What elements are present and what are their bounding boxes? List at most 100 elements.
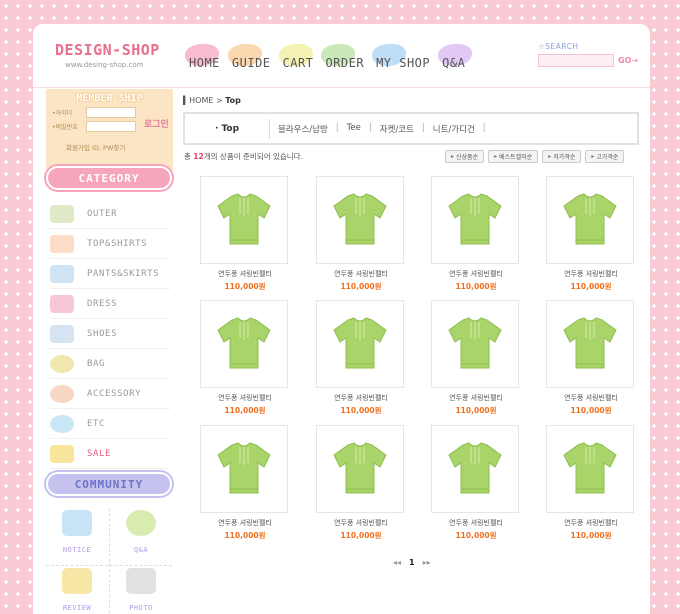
category-item-pants[interactable]: PANTS&SKIRTS (50, 259, 170, 289)
community-qna[interactable]: Q&A (110, 508, 172, 564)
category-item-sale[interactable]: SALE (50, 439, 170, 469)
product-image[interactable] (316, 425, 404, 513)
nav-home[interactable]: HOME (185, 44, 224, 74)
nav-order[interactable]: ORDER (321, 44, 368, 74)
product-name[interactable]: 연두풍 셔링빈펠티 (316, 269, 406, 279)
product-card[interactable]: 연두풍 셔링빈펠티 110,000원 (200, 176, 290, 292)
product-card[interactable]: 연두풍 셔링빈펠티 110,000원 (316, 300, 406, 416)
subcategory-links: 블라우스/남방 | Tee | 자켓/코트 | 니트/가디건 | (278, 123, 494, 135)
product-card[interactable]: 연두풍 셔링빈펠티 110,000원 (316, 425, 406, 541)
product-name[interactable]: 연두풍 셔링빈펠티 (431, 393, 521, 403)
category-label[interactable]: SHOES (87, 329, 117, 339)
product-name[interactable]: 연두풍 셔링빈펠티 (546, 518, 636, 528)
nav-myshop[interactable]: MY SHOP (372, 44, 434, 74)
nav-cart-label[interactable]: CART (283, 56, 314, 74)
product-image[interactable] (316, 176, 404, 264)
subcategory-link[interactable]: Tee (347, 123, 361, 135)
password-input[interactable] (86, 121, 136, 132)
category-label[interactable]: OUTER (87, 209, 117, 219)
logo-title[interactable]: DESIGN-SHOP (55, 41, 160, 59)
logo[interactable]: DESIGN-SHOP www.desing-shop.com (55, 41, 160, 69)
product-name[interactable]: 연두풍 셔링빈펠티 (200, 269, 290, 279)
category-item-top[interactable]: TOP&SHIRTS (50, 229, 170, 259)
category-item-etc[interactable]: ETC (50, 409, 170, 439)
member-links[interactable]: 회원가입 ID, PW찾기 (66, 142, 173, 152)
product-name[interactable]: 연두풍 셔링빈펠티 (200, 393, 290, 403)
product-card[interactable]: 연두풍 셔링빈펠티 110,000원 (546, 425, 636, 541)
community-label[interactable]: Q&A (134, 546, 148, 554)
product-name[interactable]: 연두풍 셔링빈펠티 (431, 518, 521, 528)
category-label[interactable]: ACCESSORY (87, 389, 141, 399)
community-label[interactable]: REVIEW (63, 604, 91, 612)
product-image[interactable] (200, 176, 288, 264)
product-image[interactable] (200, 300, 288, 388)
page-number[interactable]: 1 (409, 558, 415, 567)
product-name[interactable]: 연두풍 셔링빈펠티 (546, 269, 636, 279)
product-image[interactable] (431, 425, 519, 513)
nav-myshop-label[interactable]: MY SHOP (376, 56, 430, 74)
product-card[interactable]: 연두풍 셔링빈펠티 110,000원 (546, 176, 636, 292)
count-suffix: 개의 상품이 준비되어 있습니다. (203, 152, 303, 161)
nav-order-label[interactable]: ORDER (325, 56, 364, 74)
separator: | (482, 122, 486, 133)
category-item-accessory[interactable]: ACCESSORY (50, 379, 170, 409)
community-review[interactable]: REVIEW (46, 566, 108, 614)
product-image[interactable] (546, 425, 634, 513)
search-input[interactable] (538, 54, 614, 67)
search-go-button[interactable]: GO⇢ (618, 56, 638, 65)
header-divider (33, 87, 650, 88)
nav-qna[interactable]: Q&A (438, 44, 473, 74)
category-item-outer[interactable]: OUTER (50, 199, 170, 229)
product-image[interactable] (546, 300, 634, 388)
product-image[interactable] (200, 425, 288, 513)
community-label[interactable]: NOTICE (63, 546, 91, 554)
subcategory-link[interactable]: 니트/가디건 (433, 123, 475, 135)
breadcrumb-home[interactable]: HOME (189, 96, 213, 105)
product-card[interactable]: 연두풍 셔링빈펠티 110,000원 (200, 425, 290, 541)
nav-guide-label[interactable]: GUIDE (232, 56, 271, 74)
community-photo[interactable]: PHOTO (110, 566, 172, 614)
category-item-bag[interactable]: BAG (50, 349, 170, 379)
next-page-button[interactable]: ▸▸ (423, 558, 431, 567)
community-notice[interactable]: NOTICE (46, 508, 108, 564)
category-label[interactable]: DRESS (87, 299, 117, 309)
prev-page-button[interactable]: ◂◂ (393, 558, 401, 567)
category-item-shoes[interactable]: SHOES (50, 319, 170, 349)
product-name[interactable]: 연두풍 셔링빈펠티 (316, 518, 406, 528)
product-card[interactable]: 연두풍 셔링빈펠티 110,000원 (316, 176, 406, 292)
category-label[interactable]: SALE (87, 449, 111, 459)
category-label[interactable]: ETC (87, 419, 105, 429)
sort-low-price-button[interactable]: 저가격순 (542, 150, 582, 163)
product-image[interactable] (546, 176, 634, 264)
category-item-dress[interactable]: DRESS (50, 289, 170, 319)
product-card[interactable]: 연두풍 셔링빈펠티 110,000원 (431, 176, 521, 292)
nav-qna-label[interactable]: Q&A (442, 56, 465, 74)
product-name[interactable]: 연두풍 셔링빈펠티 (431, 269, 521, 279)
login-button[interactable]: 로그인 (144, 117, 169, 130)
product-name[interactable]: 연두풍 셔링빈펠티 (546, 393, 636, 403)
category-label[interactable]: TOP&SHIRTS (87, 239, 147, 249)
product-card[interactable]: 연두풍 셔링빈펠티 110,000원 (431, 425, 521, 541)
nav-cart[interactable]: CART (278, 44, 318, 74)
product-image[interactable] (431, 300, 519, 388)
subcategory-link[interactable]: 자켓/코트 (380, 123, 414, 135)
sort-newest-button[interactable]: 신상품순 (445, 150, 485, 163)
product-image[interactable] (316, 300, 404, 388)
nav-home-label[interactable]: HOME (189, 56, 220, 74)
nav-guide[interactable]: GUIDE (227, 44, 275, 74)
product-name[interactable]: 연두풍 셔링빈펠티 (316, 393, 406, 403)
product-card[interactable]: 연두풍 셔링빈펠티 110,000원 (200, 300, 290, 416)
subcategory-link[interactable]: 블라우스/남방 (278, 123, 328, 135)
community-label[interactable]: PHOTO (129, 604, 153, 612)
product-card[interactable]: 연두풍 셔링빈펠티 110,000원 (431, 300, 521, 416)
product-name[interactable]: 연두풍 셔링빈펠티 (200, 518, 290, 528)
sort-bestseller-button[interactable]: 베스트셀러순 (488, 150, 539, 163)
category-header: CATEGORY (46, 166, 172, 190)
id-input[interactable] (86, 107, 136, 118)
product-price: 110,000원 (340, 282, 382, 291)
category-label[interactable]: BAG (87, 359, 105, 369)
sort-high-price-button[interactable]: 고가격순 (585, 150, 625, 163)
product-card[interactable]: 연두풍 셔링빈펠티 110,000원 (546, 300, 636, 416)
product-image[interactable] (431, 176, 519, 264)
category-label[interactable]: PANTS&SKIRTS (87, 269, 159, 279)
